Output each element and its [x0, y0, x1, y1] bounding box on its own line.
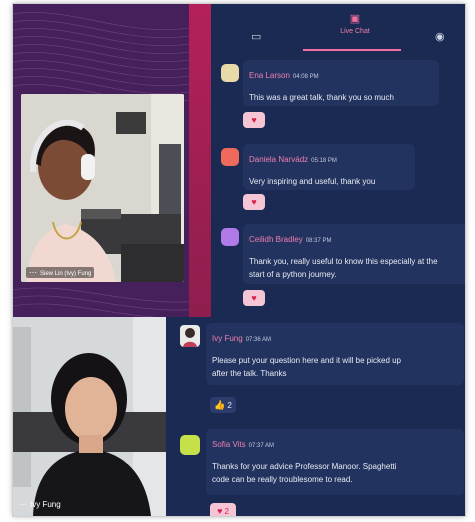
message-text-line: start of a python journey. [249, 270, 337, 279]
stage-accent-strip [189, 4, 211, 317]
heart-icon: ♥ [217, 506, 223, 516]
message-text: Thank you, really useful to know this es… [249, 255, 465, 281]
heart-reaction-button[interactable]: ♥ [243, 112, 265, 128]
message-author: Ceilidh Bradley [249, 235, 303, 244]
message-text: Please put your question here and it wil… [212, 354, 458, 380]
message-time: 05:18 PM [311, 158, 337, 164]
heart-reaction-button[interactable]: ♥ 2 [210, 503, 236, 516]
heart-icon: ♥ [251, 115, 257, 125]
message-bubble: Ivy Fung 07:36 AM Please put your questio… [206, 323, 464, 385]
more-options-icon[interactable]: ⋯ [19, 500, 27, 509]
app-frame: ⋯ Siew Lin (Ivy) Fung ▭ ▣ Live Chat ◉ Ena… [13, 4, 465, 516]
chat-message-group: Ivy Fung 07:36 AM Please put your questio… [166, 317, 465, 516]
message-text: Thanks for your advice Professor Manoor.… [212, 460, 458, 486]
message-text-line: after the talk. Thanks [212, 369, 287, 378]
message-author: Daniela Narvádz [249, 155, 309, 164]
chat-header: ▭ ▣ Live Chat ◉ [211, 4, 465, 56]
message-author: Ivy Fung [212, 334, 243, 343]
avatar [221, 148, 239, 166]
heart-reaction-button[interactable]: ♥ [243, 194, 265, 210]
message-time: 07:36 AM [245, 337, 272, 343]
message-text-line: Please put your question here and it wil… [212, 356, 402, 365]
speaker-name-tag: ⋯ Siew Lin (Ivy) Fung [26, 267, 95, 278]
message-time: 08:37 PM [305, 238, 332, 244]
heart-icon: ♥ [251, 293, 257, 303]
eye-icon[interactable]: ◉ [435, 30, 445, 43]
message-text-line: Thank you, really useful to know this es… [249, 257, 438, 266]
avatar [221, 64, 239, 82]
speaker-name-label: Siew Lin (Ivy) Fung [40, 271, 92, 277]
participant-name-label: Ivy Fung [30, 500, 61, 509]
more-options-icon[interactable]: ⋯ [29, 268, 37, 277]
participant-name-tag: ⋯ Ivy Fung [19, 500, 61, 509]
stage-backdrop: ⋯ Siew Lin (Ivy) Fung [13, 4, 211, 317]
speaker-video[interactable]: ⋯ Siew Lin (Ivy) Fung [21, 94, 184, 282]
heart-icon: ♥ [251, 197, 257, 207]
message-time: 04:08 PM [292, 74, 319, 80]
chat-list-bottom: Ivy Fung 07:36 AM Please put your questio… [166, 317, 465, 516]
participant-video-frame [13, 317, 166, 516]
avatar [221, 228, 239, 246]
message-bubble: Sofia Vits 07:37 AM Thanks for your advic… [206, 429, 464, 495]
message-bubble: Ena Larson 04:08 PM This was a great talk… [243, 60, 439, 106]
message-bubble: Daniela Narvádz 05:18 PM Very inspiring a… [243, 144, 415, 190]
tab-live-chat-label: Live Chat [340, 28, 370, 35]
thumbs-up-reaction-button[interactable]: 👍 2 [210, 397, 236, 413]
tab-live-chat[interactable]: ▣ Live Chat [315, 12, 395, 35]
message-text: This was a great talk, thank you so much [249, 93, 394, 102]
reaction-count: 2 [227, 401, 232, 410]
active-tab-indicator [303, 49, 401, 51]
book-icon[interactable]: ▭ [251, 30, 261, 43]
message-text-line: code can be really troublesome to read. [212, 475, 353, 484]
avatar [180, 435, 200, 455]
message-bubble: Ceilidh Bradley 08:37 PM Thank you, reall… [243, 224, 465, 284]
message-author: Ena Larson [249, 71, 290, 80]
participant-video[interactable]: ⋯ Ivy Fung [13, 317, 166, 516]
reaction-count: 2 [224, 507, 229, 516]
message-time: 07:37 AM [248, 443, 275, 449]
message-author: Sofia Vits [212, 440, 246, 449]
thumbs-up-icon: 👍 [214, 400, 226, 410]
speaker-video-frame [21, 94, 184, 282]
message-text: Very inspiring and useful, thank you [249, 177, 376, 186]
avatar [180, 325, 200, 347]
heart-reaction-button[interactable]: ♥ [243, 290, 265, 306]
message-text-line: Thanks for your advice Professor Manoor.… [212, 462, 397, 471]
chat-icon: ▣ [349, 13, 361, 25]
